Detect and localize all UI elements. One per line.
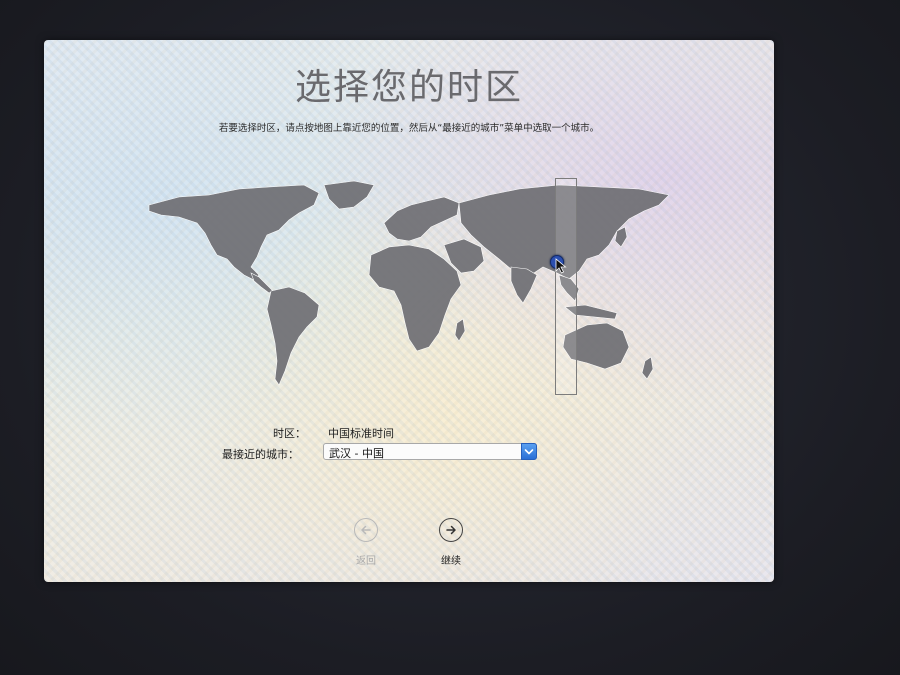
timezone-label: 时区： xyxy=(273,427,306,440)
map-europe[interactable] xyxy=(383,196,460,242)
map-south-america[interactable] xyxy=(266,286,320,386)
timezone-highlight-band xyxy=(555,178,577,395)
page-instructions: 若要选择时区，请点按地图上靠近您的位置，然后从“最接近的城市”菜单中选取一个城市… xyxy=(218,123,600,134)
mouse-pointer-icon xyxy=(555,258,567,274)
map-new-zealand[interactable] xyxy=(641,356,654,380)
map-north-america[interactable] xyxy=(148,184,320,281)
arrow-right-circle-icon xyxy=(439,518,463,542)
timezone-value: 中国标准时间 xyxy=(328,427,394,440)
back-button[interactable]: 返回 xyxy=(336,518,396,567)
back-label: 返回 xyxy=(356,556,376,567)
page-title: 选择您的时区 xyxy=(294,67,523,108)
continue-label: 继续 xyxy=(441,556,461,567)
map-india[interactable] xyxy=(510,266,538,304)
closest-city-select[interactable]: 武汉 - 中国 xyxy=(323,443,537,460)
arrow-left-circle-icon xyxy=(354,518,378,542)
map-madagascar[interactable] xyxy=(454,318,466,342)
closest-city-label: 最接近的城市： xyxy=(222,448,299,461)
map-africa[interactable] xyxy=(368,244,462,352)
closest-city-value: 武汉 - 中国 xyxy=(329,447,384,460)
continue-button[interactable]: 继续 xyxy=(421,518,481,567)
chevron-down-icon[interactable] xyxy=(521,443,537,460)
map-greenland[interactable] xyxy=(323,180,375,210)
world-map[interactable] xyxy=(139,175,679,400)
map-central-america[interactable] xyxy=(250,272,274,294)
setup-assistant-window: 选择您的时区 若要选择时区，请点按地图上靠近您的位置，然后从“最接近的城市”菜单… xyxy=(44,40,774,582)
